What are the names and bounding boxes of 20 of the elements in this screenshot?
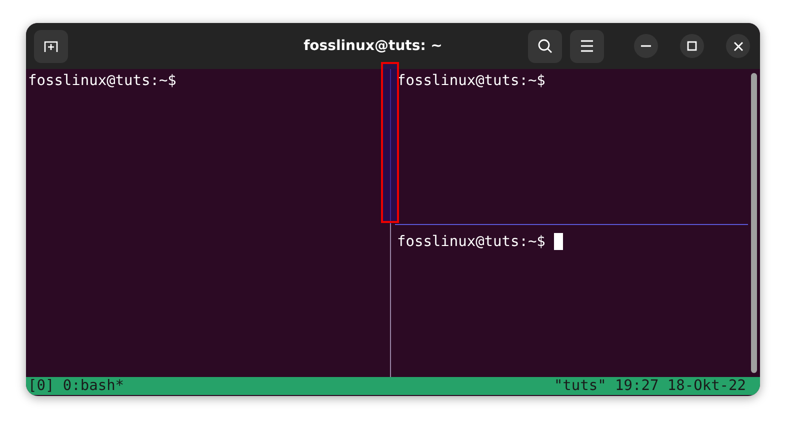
new-tab-button[interactable]	[34, 30, 68, 62]
minimize-button[interactable]	[634, 34, 658, 58]
text-cursor	[554, 233, 564, 250]
session-label: [0] 0:bash*	[28, 378, 124, 394]
window-title: fosslinux@tuts: ~	[302, 38, 444, 54]
maximize-icon	[687, 41, 697, 51]
menu-icon	[580, 40, 594, 52]
menu-button[interactable]	[570, 30, 604, 62]
shell-prompt: fosslinux@tuts:~$	[397, 234, 546, 250]
host-time-label: "tuts" 19:27 18-Okt-22	[554, 378, 746, 394]
minimize-icon	[641, 45, 651, 47]
shell-prompt: fosslinux@tuts:~$	[397, 73, 546, 89]
close-button[interactable]	[726, 34, 750, 58]
search-icon	[537, 38, 553, 54]
search-button[interactable]	[528, 30, 562, 62]
new-tab-icon	[43, 39, 59, 53]
shell-prompt: fosslinux@tuts:~$	[28, 73, 176, 89]
maximize-button[interactable]	[680, 34, 704, 58]
scrollbar-thumb[interactable]	[751, 73, 757, 373]
close-icon	[734, 42, 742, 50]
